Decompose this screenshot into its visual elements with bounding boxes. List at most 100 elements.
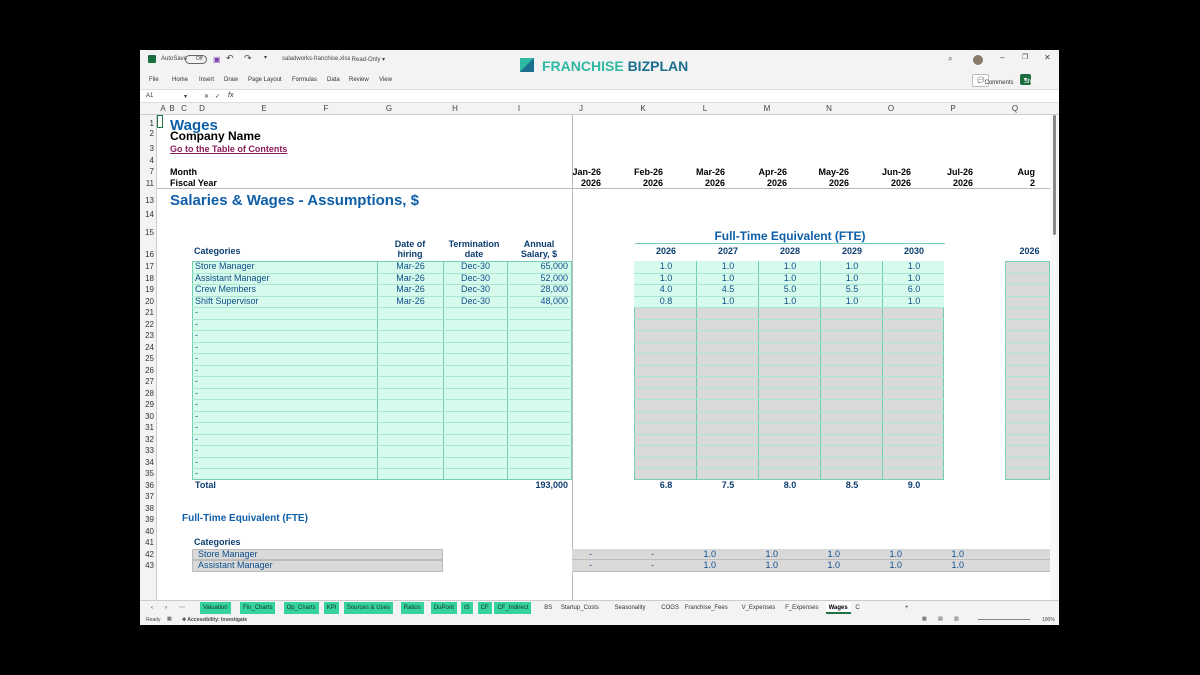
save-icon[interactable]: ▣ (213, 55, 221, 64)
redo-icon[interactable]: ↷ (244, 53, 252, 64)
tab-is[interactable]: IS (460, 602, 473, 614)
annual-salary[interactable]: 52,000 (508, 273, 568, 284)
row-header[interactable]: 4 (140, 156, 154, 165)
comments-button[interactable]: 💬 Comments (972, 74, 1014, 87)
tab-bs[interactable]: BS (541, 602, 555, 614)
fte-value[interactable]: 1.0 (821, 296, 883, 307)
empty-category[interactable]: - (195, 319, 198, 330)
employee-name[interactable]: Crew Members (195, 284, 256, 295)
termination-date[interactable]: Dec-30 (444, 296, 507, 307)
column-header-h[interactable]: H (452, 104, 458, 113)
row-header[interactable]: 38 (140, 504, 154, 513)
column-header-o[interactable]: O (888, 104, 894, 113)
row-header[interactable]: 34 (140, 458, 154, 467)
fte-value[interactable]: 1.0 (635, 261, 697, 272)
cancel-icon[interactable]: ✕ (204, 93, 209, 100)
empty-category[interactable]: - (195, 376, 198, 387)
tab-op-charts[interactable]: Op_Charts (283, 602, 319, 614)
tab-startup-costs[interactable]: Startup_Costs (558, 602, 602, 614)
annual-salary[interactable]: 28,000 (508, 284, 568, 295)
fte-value[interactable]: 1.0 (883, 296, 945, 307)
menu-data[interactable]: Data (327, 77, 340, 83)
hire-date[interactable]: Mar-26 (378, 273, 443, 284)
column-header-c[interactable]: C (181, 104, 187, 113)
row-header[interactable]: 22 (140, 320, 154, 329)
empty-category[interactable]: - (195, 468, 198, 479)
tab-fin-charts[interactable]: Fin_Charts (240, 602, 276, 614)
row-header[interactable]: 35 (140, 469, 154, 478)
fte-value[interactable]: 1.0 (697, 296, 759, 307)
row-header[interactable]: 26 (140, 366, 154, 375)
row-header[interactable]: 23 (140, 331, 154, 340)
tab-kpi[interactable]: KPI (323, 602, 340, 614)
fte-value[interactable]: 1.0 (883, 273, 945, 284)
tab-seasonality[interactable]: Seasonality (611, 602, 648, 614)
worksheet[interactable]: Wages Company Name Go to the Table of Cont… (157, 115, 1050, 600)
fte-value[interactable]: 5.5 (821, 284, 883, 295)
row-header[interactable]: 14 (140, 210, 154, 219)
scroll-thumb[interactable] (1053, 115, 1056, 235)
minimize-icon[interactable]: – (1000, 53, 1004, 62)
fte-value[interactable]: 1.0 (697, 261, 759, 272)
fte-value[interactable]: 6.0 (883, 284, 945, 295)
macro-icon[interactable]: ▦ (167, 616, 172, 622)
row-header[interactable]: 19 (140, 285, 154, 294)
column-header-m[interactable]: M (764, 104, 771, 113)
row-header[interactable]: 16 (140, 250, 154, 259)
zoom-level[interactable]: 100% (1042, 617, 1055, 623)
fte-value[interactable]: 1.0 (635, 273, 697, 284)
row-header[interactable]: 24 (140, 343, 154, 352)
menu-page-layout[interactable]: Page Layout (248, 77, 282, 83)
employee-name[interactable]: Shift Supervisor (195, 296, 259, 307)
share-button[interactable]: Share ▾ (1020, 74, 1040, 85)
tab-more-icon[interactable]: ⋯ (176, 602, 188, 614)
column-header-l[interactable]: L (703, 104, 707, 113)
row-header[interactable]: 29 (140, 400, 154, 409)
autosave-toggle[interactable]: Off (185, 55, 207, 64)
column-header-p[interactable]: P (950, 104, 955, 113)
toc-link[interactable]: Go to the Table of Contents (170, 144, 287, 154)
empty-category[interactable]: - (195, 330, 198, 341)
row-header[interactable]: 2 (140, 129, 154, 138)
normal-view-icon[interactable]: ▦ (922, 616, 927, 622)
tab-scroll-right-icon[interactable]: › (162, 602, 170, 614)
page-break-view-icon[interactable]: ▥ (954, 616, 959, 622)
search-icon[interactable]: ⌕ (948, 54, 952, 64)
row-header[interactable]: 21 (140, 308, 154, 317)
empty-category[interactable]: - (195, 365, 198, 376)
termination-date[interactable]: Dec-30 (444, 261, 507, 272)
row-header[interactable]: 42 (140, 550, 154, 559)
tab-scroll-left-icon[interactable]: ‹ (148, 602, 156, 614)
column-header-g[interactable]: G (386, 104, 392, 113)
row-header[interactable]: 18 (140, 274, 154, 283)
column-header-f[interactable]: F (324, 104, 329, 113)
fte-value[interactable]: 5.0 (759, 284, 821, 295)
read-only-indicator[interactable]: - Read-Only ▾ (348, 56, 385, 63)
row-header[interactable]: 31 (140, 423, 154, 432)
column-header-k[interactable]: K (640, 104, 645, 113)
row-header[interactable]: 39 (140, 515, 154, 524)
hire-date[interactable]: Mar-26 (378, 261, 443, 272)
row-header[interactable]: 41 (140, 538, 154, 547)
empty-category[interactable]: - (195, 434, 198, 445)
column-header-n[interactable]: N (826, 104, 832, 113)
menu-formulas[interactable]: Formulas (292, 77, 317, 83)
empty-category[interactable]: - (195, 307, 198, 318)
row-header[interactable]: 32 (140, 435, 154, 444)
zoom-slider[interactable] (978, 619, 1030, 620)
avatar[interactable] (973, 55, 983, 65)
hire-date[interactable]: Mar-26 (378, 296, 443, 307)
active-cell[interactable] (157, 115, 163, 128)
menu-draw[interactable]: Draw (224, 77, 238, 83)
fte-value[interactable]: 1.0 (883, 261, 945, 272)
close-icon[interactable]: ✕ (1044, 53, 1051, 62)
fte-value[interactable]: 1.0 (697, 273, 759, 284)
name-box[interactable]: A1 (146, 93, 186, 99)
fte-value[interactable]: 1.0 (759, 261, 821, 272)
empty-category[interactable]: - (195, 342, 198, 353)
tab-sources-uses[interactable]: Sources & Uses (343, 602, 393, 614)
row-header[interactable]: 3 (140, 144, 154, 153)
empty-category[interactable]: - (195, 399, 198, 410)
column-header-b[interactable]: B (169, 104, 174, 113)
tab-cogs[interactable]: COGS (658, 602, 682, 614)
